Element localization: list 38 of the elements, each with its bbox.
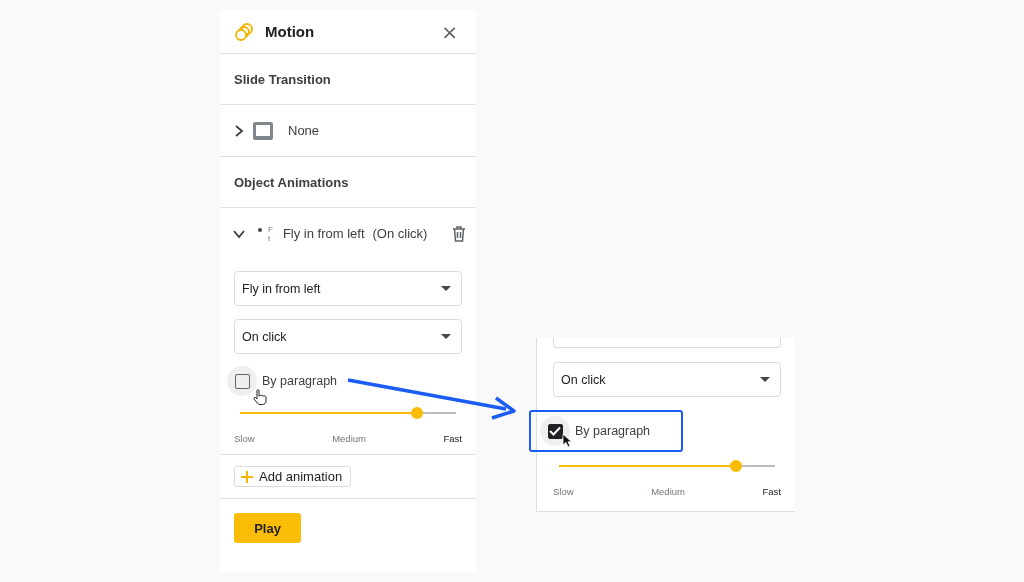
thumbnail-text: t (268, 233, 272, 243)
speed-label: Medium (651, 486, 685, 497)
speed-label: Medium (332, 433, 366, 444)
play-button[interactable]: Play (234, 513, 301, 543)
add-animation-button[interactable]: Add animation (234, 466, 352, 487)
pointer-cursor-icon (562, 433, 572, 448)
speed-label: Fast (762, 486, 781, 497)
close-button[interactable]: × (437, 21, 462, 42)
motion-logo-icon (234, 22, 254, 41)
checkbox-label: By paragraph (575, 424, 651, 438)
check-icon (549, 426, 561, 436)
checkbox[interactable] (234, 373, 250, 389)
section-heading: Object Animations (220, 157, 476, 208)
dropdown-caret-icon (441, 334, 451, 339)
checkbox[interactable] (547, 423, 563, 439)
plus-icon (241, 470, 253, 483)
speed-label: Slow (553, 486, 574, 497)
hand-cursor-icon (253, 389, 267, 405)
transition-value: None (288, 123, 320, 138)
speed-label: Slow (234, 433, 255, 444)
checkbox-label: By paragraph (262, 374, 338, 388)
trash-icon (452, 225, 466, 242)
animation-trigger: (On click) (372, 226, 429, 241)
bullet-icon (258, 227, 262, 232)
slider-thumb[interactable] (411, 407, 424, 419)
dropdown-field[interactable]: On click (234, 319, 462, 354)
animation-label[interactable]: Fly in from left (282, 226, 365, 241)
dropdown-caret-icon (760, 377, 770, 382)
slider-thumb[interactable] (730, 460, 743, 472)
dropdown-field[interactable] (553, 338, 781, 348)
dropdown-field[interactable]: On click (553, 362, 781, 397)
thumbnail-text: F (268, 224, 273, 234)
dropdown-field[interactable]: Fly in from left (234, 271, 462, 306)
dropdown-caret-icon (441, 286, 451, 291)
speed-label: Fast (443, 433, 462, 444)
panel-title: Motion (265, 23, 316, 40)
slide-thumbnail-icon (252, 120, 274, 141)
section-heading: Slide Transition (220, 54, 476, 105)
